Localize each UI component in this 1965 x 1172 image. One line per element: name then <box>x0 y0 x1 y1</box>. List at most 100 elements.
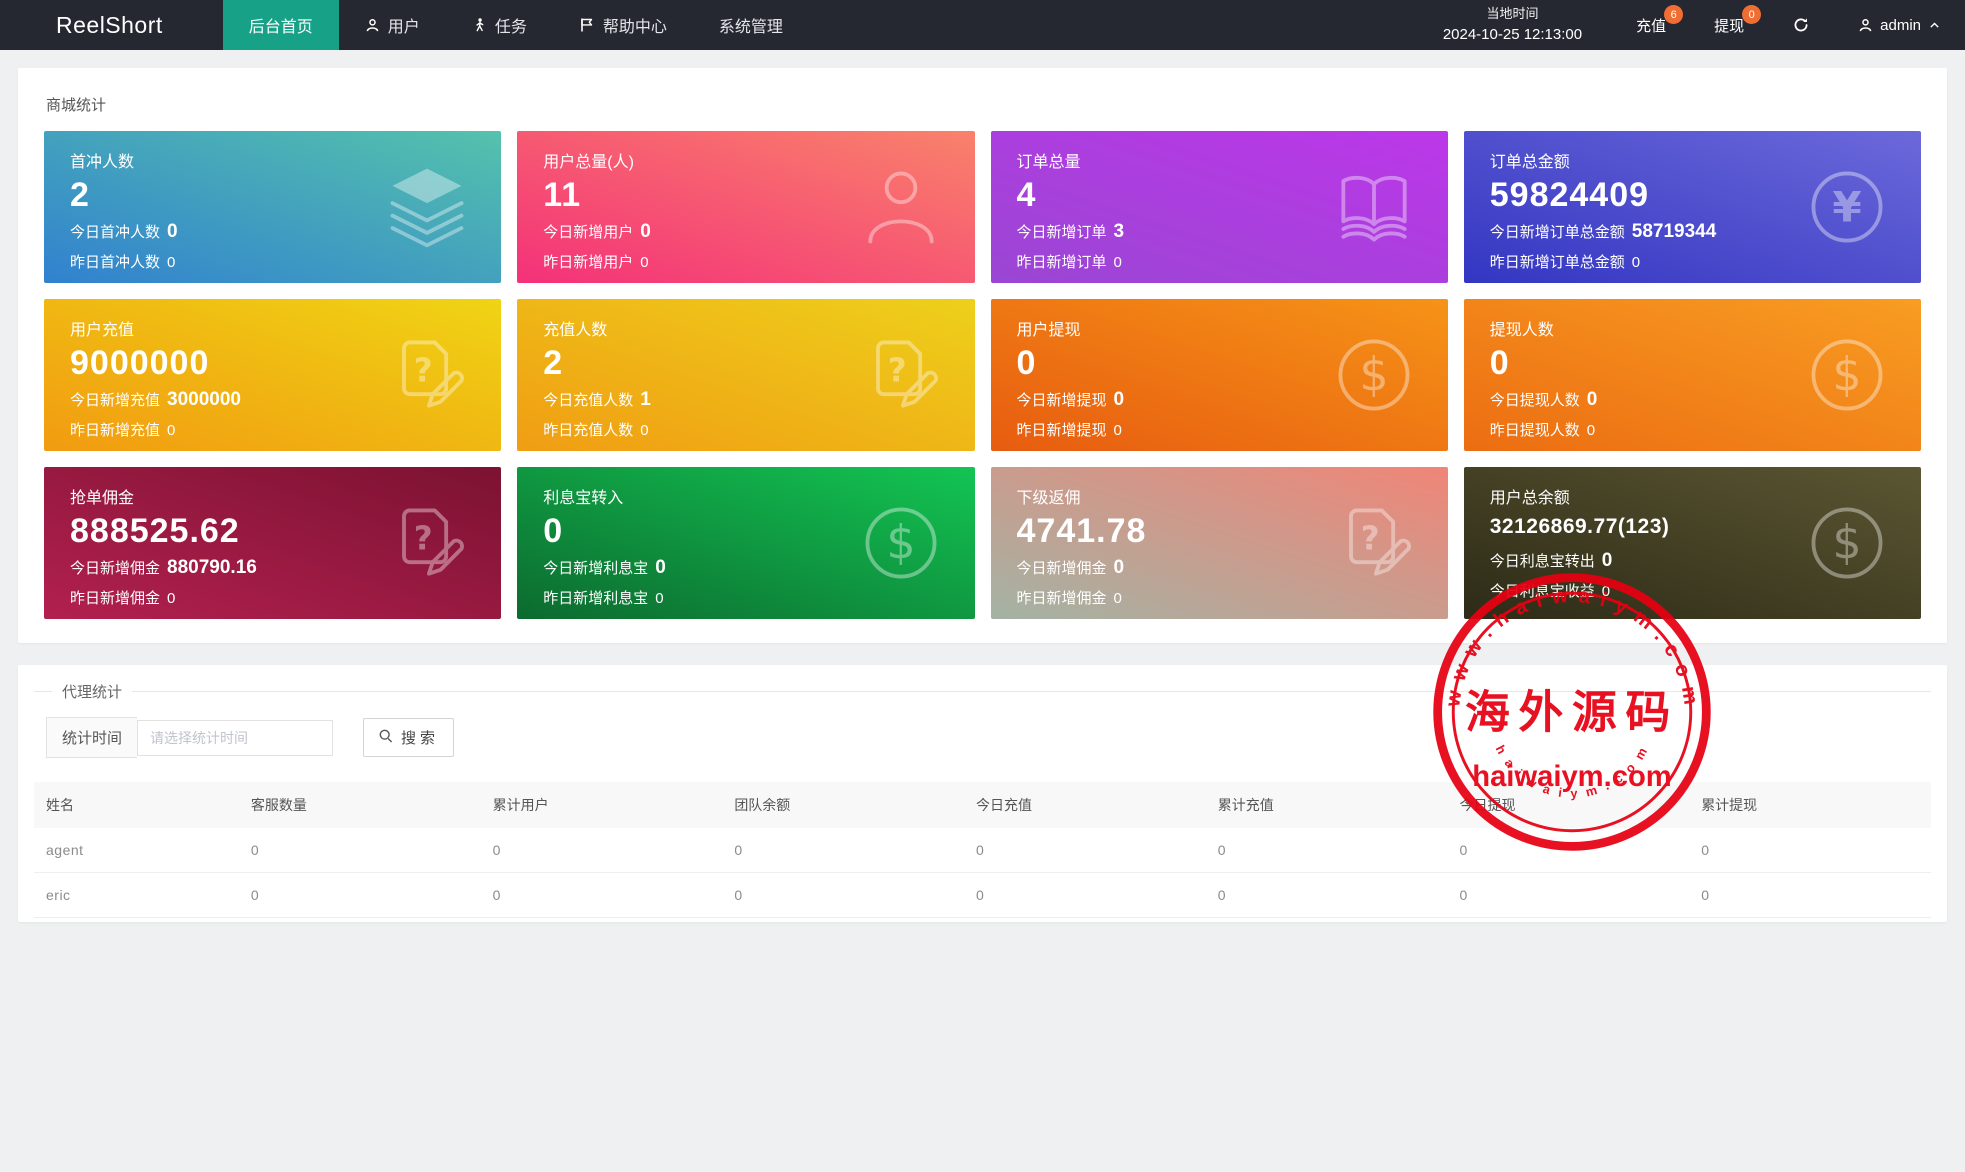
flag-icon <box>579 17 595 33</box>
agent-table: 姓名 客服数量 累计用户 团队余额 今日充值 累计充值 今日提现 累计提现 agent 0 0 0 0… <box>34 782 1931 918</box>
table-cell: 0 <box>1447 828 1690 873</box>
table-cell: agent <box>34 828 239 873</box>
doc-edit-icon: ? <box>381 497 473 589</box>
stat-card-5: 充值人数 2 今日充值人数 1 昨日充值人数 0? <box>517 299 975 451</box>
local-time-label: 当地时间 <box>1486 6 1539 21</box>
shop-stats-panel: 商城统计 首冲人数 2 今日首冲人数 0 昨日首冲人数 0 用户总量(人) 11 今日新增用户 0… <box>18 68 1947 643</box>
table-cell: eric <box>34 872 239 918</box>
stat-card-9: 利息宝转入 0 今日新增利息宝 0 昨日新增利息宝 0 $ <box>517 467 975 619</box>
withdraw-button[interactable]: 提现 0 <box>1690 0 1768 50</box>
dollar-circle-icon: $ <box>855 497 947 589</box>
stat-card-0: 首冲人数 2 今日首冲人数 0 昨日首冲人数 0 <box>44 131 502 283</box>
nav-item-4[interactable]: 系统管理 <box>693 0 809 50</box>
table-cell: 0 <box>238 828 481 873</box>
stat-cards-grid: 首冲人数 2 今日首冲人数 0 昨日首冲人数 0 用户总量(人) 11 今日新增用户 0 昨日新增用… <box>34 131 1931 627</box>
book-icon <box>1328 161 1420 253</box>
agent-fieldset: 代理统计 统计时间 搜索 <box>34 681 1931 776</box>
admin-menu[interactable]: admin <box>1834 0 1965 50</box>
column-header: 累计充值 <box>1205 782 1448 828</box>
column-header: 累计用户 <box>480 782 723 828</box>
table-cell: 0 <box>1689 828 1931 873</box>
nav-item-1[interactable]: 用户 <box>339 0 446 50</box>
nav-item-2[interactable]: 任务 <box>446 0 553 50</box>
person-icon <box>855 161 947 253</box>
svg-text:¥: ¥ <box>1832 182 1861 231</box>
table-cell: 0 <box>722 872 965 918</box>
search-button-label: 搜索 <box>401 730 440 747</box>
svg-text:?: ? <box>887 352 906 390</box>
navbar-right: 当地时间 2024-10-25 12:13:00 充值 6 提现 0 admin <box>1413 0 1965 50</box>
doc-edit-icon: ? <box>381 329 473 421</box>
agent-stats-panel: 代理统计 统计时间 搜索 姓名客服数量累计用户团队余额今日充值累计充值今日提现累… <box>18 665 1947 922</box>
table-cell: 0 <box>1205 828 1448 873</box>
nav-item-0[interactable]: 后台首页 <box>222 0 339 50</box>
stat-card-3: 订单总金额 59824409 今日新增订单总金额 58719344 昨日新增订单总金额 0… <box>1463 131 1921 283</box>
card-subline: 昨日新增订单总金额 0 <box>1489 254 1641 271</box>
time-filter-input[interactable] <box>137 719 334 756</box>
doc-edit-icon: ? <box>855 329 947 421</box>
local-time-value: 2024-10-25 12:13:00 <box>1442 25 1583 43</box>
chevron-up-icon <box>1928 19 1941 32</box>
card-subline: 昨日新增提现 0 <box>1016 422 1122 439</box>
card-subline: 昨日新增订单 0 <box>1016 254 1122 271</box>
column-header: 今日充值 <box>964 782 1206 828</box>
card-subline: 昨日提现人数 0 <box>1489 422 1596 439</box>
svg-text:$: $ <box>1832 347 1861 401</box>
agent-filter-row: 统计时间 搜索 <box>46 717 1931 758</box>
svg-text:$: $ <box>1832 515 1861 569</box>
recharge-badge: 6 <box>1664 5 1684 24</box>
main-menu: 后台首页 用户 任务 帮助中心 系统管理 <box>222 0 809 50</box>
nav-item-3[interactable]: 帮助中心 <box>553 0 693 50</box>
table-row: agent 0 0 0 0 0 0 0 <box>34 828 1931 873</box>
nav-item-label: 任务 <box>494 19 527 36</box>
task-icon <box>472 17 487 33</box>
svg-text:?: ? <box>414 520 433 558</box>
column-header: 累计提现 <box>1689 782 1931 828</box>
stat-card-11: 用户总余额 32126869.77(123) 今日利息宝转出 0 今日利息宝收益 0 $ <box>1463 467 1921 619</box>
table-cell: 0 <box>480 872 723 918</box>
admin-label: admin <box>1880 16 1921 34</box>
admin-dashboard: ReelShort 后台首页 用户 任务 帮助中心 系统管理 当地时间 2024-10-… <box>0 0 1965 1172</box>
table-cell: 0 <box>964 872 1206 918</box>
column-header: 姓名 <box>34 782 239 828</box>
stat-card-4: 用户充值 9000000 今日新增充值 3000000 昨日新增充值 0? <box>44 299 502 451</box>
card-subline: 昨日首冲人数 0 <box>70 254 176 271</box>
table-cell: 0 <box>1205 872 1448 918</box>
stat-card-1: 用户总量(人) 11 今日新增用户 0 昨日新增用户 0 <box>517 131 975 283</box>
table-cell: 0 <box>238 872 481 918</box>
stat-card-10: 下级返佣 4741.78 今日新增佣金 0 昨日新增佣金 0? <box>990 467 1448 619</box>
nav-item-label: 帮助中心 <box>602 19 667 36</box>
dollar-circle-icon: $ <box>1328 329 1420 421</box>
local-time: 当地时间 2024-10-25 12:13:00 <box>1413 0 1612 50</box>
svg-text:?: ? <box>1360 520 1379 558</box>
stat-card-2: 订单总量 4 今日新增订单 3 昨日新增订单 0 <box>990 131 1448 283</box>
table-cell: 0 <box>1447 872 1690 918</box>
nav-item-label: 用户 <box>387 19 420 36</box>
layers-icon <box>381 161 473 253</box>
doc-edit-icon: ? <box>1328 497 1420 589</box>
user-icon <box>365 18 380 33</box>
user-icon <box>1858 18 1873 33</box>
nav-item-label: 系统管理 <box>718 19 783 36</box>
table-cell: 0 <box>1689 872 1931 918</box>
recharge-button[interactable]: 充值 6 <box>1612 0 1690 50</box>
svg-text:$: $ <box>1359 347 1388 401</box>
table-cell: 0 <box>964 828 1206 873</box>
refresh-icon <box>1792 16 1810 34</box>
svg-text:$: $ <box>886 515 915 569</box>
table-cell: 0 <box>480 828 723 873</box>
yen-circle-icon: ¥ <box>1801 161 1893 253</box>
nav-item-label: 后台首页 <box>248 19 313 36</box>
brand-logo[interactable]: ReelShort <box>0 0 223 50</box>
search-button[interactable]: 搜索 <box>363 718 455 757</box>
column-header: 客服数量 <box>238 782 481 828</box>
refresh-button[interactable] <box>1768 0 1834 50</box>
card-subline: 昨日新增佣金 0 <box>70 590 176 607</box>
card-subline: 昨日新增用户 0 <box>543 254 649 271</box>
card-subline: 昨日新增充值 0 <box>70 422 176 439</box>
dollar-circle-icon: $ <box>1801 497 1893 589</box>
card-subline: 昨日充值人数 0 <box>543 422 649 439</box>
svg-text:?: ? <box>414 352 433 390</box>
search-icon <box>378 728 394 748</box>
stat-card-6: 用户提现 0 今日新增提现 0 昨日新增提现 0 $ <box>990 299 1448 451</box>
